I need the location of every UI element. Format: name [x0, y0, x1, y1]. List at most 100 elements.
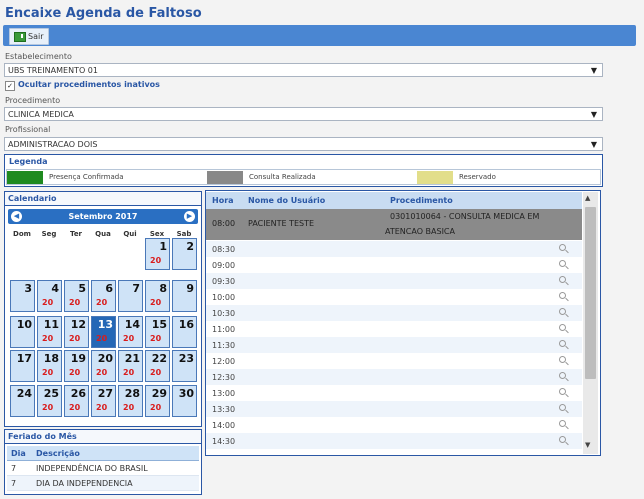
day-number: 15 [151, 318, 167, 331]
sair-label: Sair [28, 32, 44, 41]
search-icon[interactable] [559, 244, 566, 251]
calendar-month: Setembro 2017 [68, 212, 138, 221]
calendar-month-header: ◀ Setembro 2017 ▶ [8, 209, 198, 224]
calendar-day[interactable]: 4 20 [37, 280, 62, 312]
schedule-row[interactable]: 11:00 [206, 321, 582, 337]
calendar-day[interactable]: 27 20 [91, 385, 116, 417]
booked-row[interactable]: 08:00 PACIENTE TESTE 0301010064 - CONSUL… [206, 209, 582, 240]
day-number: 10 [16, 318, 32, 331]
search-icon[interactable] [559, 324, 566, 331]
slot-time: 12:30 [212, 372, 236, 382]
legend-label: Consulta Realizada [249, 173, 316, 181]
search-icon[interactable] [559, 292, 566, 299]
calendar-day[interactable]: 15 20 [145, 316, 170, 348]
calendar-day[interactable]: 12 20 [64, 316, 89, 348]
calendar-day[interactable]: 7 [118, 280, 143, 312]
calendar-day[interactable]: 2 [172, 238, 197, 270]
calendar-day[interactable]: 9 [172, 280, 197, 312]
profissional-select[interactable]: ADMINISTRACAO DOIS ▼ [4, 137, 603, 151]
search-icon[interactable] [559, 388, 566, 395]
schedule-row[interactable]: 10:30 [206, 305, 582, 321]
search-icon[interactable] [559, 372, 566, 379]
search-icon[interactable] [559, 436, 566, 443]
ocultar-checkbox[interactable]: ✓ [5, 81, 15, 91]
schedule-row[interactable]: 11:30 [206, 337, 582, 353]
schedule-row[interactable]: 14:30 [206, 433, 582, 449]
ocultar-label[interactable]: Ocultar procedimentos inativos [18, 80, 160, 89]
calendar-day[interactable]: 3 [10, 280, 35, 312]
calendar-day[interactable]: 21 20 [118, 350, 143, 382]
day-number: 28 [124, 387, 140, 400]
legend-panel: Legenda Presença Confirmada Consulta Rea… [4, 154, 603, 187]
day-vacancy-count: 20 [123, 368, 135, 377]
calendar-day[interactable]: 16 [172, 316, 197, 348]
calendar-day[interactable]: 14 20 [118, 316, 143, 348]
scroll-up-icon[interactable]: ▲ [585, 194, 590, 202]
calendar-day[interactable]: 6 20 [91, 280, 116, 312]
slot-time: 14:30 [212, 436, 236, 446]
calendar-day[interactable]: 13 20 [91, 316, 116, 348]
calendar-day[interactable]: 5 20 [64, 280, 89, 312]
day-number: 22 [151, 352, 167, 365]
search-icon[interactable] [559, 404, 566, 411]
day-number: 19 [70, 352, 86, 365]
schedule-row[interactable]: 09:30 [206, 273, 582, 289]
legend-row: Presença Confirmada Consulta Realizada R… [6, 169, 601, 185]
calendar-day[interactable]: 24 [10, 385, 35, 417]
schedule-row[interactable]: 12:00 [206, 353, 582, 369]
next-month-icon[interactable]: ▶ [184, 211, 195, 222]
search-icon[interactable] [559, 308, 566, 315]
estabelecimento-value: UBS TREINAMENTO 01 [8, 65, 98, 75]
calendar-day[interactable]: 25 20 [37, 385, 62, 417]
calendar-day[interactable]: 20 20 [91, 350, 116, 382]
calendar-day[interactable]: 30 [172, 385, 197, 417]
sair-button[interactable]: Sair [9, 28, 49, 45]
calendar-day[interactable]: 26 20 [64, 385, 89, 417]
day-vacancy-count: 20 [150, 334, 162, 343]
booked-hora: 08:00 [212, 219, 236, 228]
calendar-day[interactable]: 29 20 [145, 385, 170, 417]
schedule-row[interactable]: 13:00 [206, 385, 582, 401]
weekday-label: Qua [95, 230, 111, 238]
day-vacancy-count: 20 [150, 298, 162, 307]
day-vacancy-count: 20 [96, 403, 108, 412]
calendar-day[interactable]: 1 20 [145, 238, 170, 270]
schedule-row[interactable]: 13:30 [206, 401, 582, 417]
calendar-day[interactable]: 22 20 [145, 350, 170, 382]
calendar-day[interactable]: 8 20 [145, 280, 170, 312]
day-number: 12 [70, 318, 86, 331]
schedule-row[interactable]: 14:00 [206, 417, 582, 433]
scroll-down-icon[interactable]: ▼ [585, 441, 590, 449]
legend-item: Consulta Realizada [207, 170, 417, 184]
slot-time: 11:30 [212, 340, 236, 350]
slot-time: 13:00 [212, 388, 236, 398]
calendar-day[interactable]: 10 [10, 316, 35, 348]
schedule-row[interactable]: 08:30 [206, 241, 582, 257]
calendar-title: Calendario [5, 192, 201, 206]
calendar-day[interactable]: 18 20 [37, 350, 62, 382]
day-number: 5 [78, 282, 86, 295]
scrollbar-thumb[interactable] [585, 207, 596, 379]
calendar-day[interactable]: 19 20 [64, 350, 89, 382]
procedimento-select[interactable]: CLINICA MEDICA ▼ [4, 107, 603, 121]
day-vacancy-count: 20 [42, 403, 54, 412]
search-icon[interactable] [559, 340, 566, 347]
calendar-day[interactable]: 11 20 [37, 316, 62, 348]
search-icon[interactable] [559, 260, 566, 267]
day-number: 6 [105, 282, 113, 295]
estabelecimento-select[interactable]: UBS TREINAMENTO 01 ▼ [4, 63, 603, 77]
schedule-row[interactable]: 12:30 [206, 369, 582, 385]
search-icon[interactable] [559, 276, 566, 283]
search-icon[interactable] [559, 420, 566, 427]
col-nome: Nome do Usuário [248, 196, 326, 205]
day-vacancy-count: 20 [96, 368, 108, 377]
calendar-day[interactable]: 28 20 [118, 385, 143, 417]
schedule-row[interactable]: 10:00 [206, 289, 582, 305]
search-icon[interactable] [559, 356, 566, 363]
profissional-value: ADMINISTRACAO DOIS [8, 139, 98, 149]
prev-month-icon[interactable]: ◀ [11, 211, 22, 222]
calendar-day[interactable]: 17 [10, 350, 35, 382]
calendar-day[interactable]: 23 [172, 350, 197, 382]
slot-time: 09:30 [212, 276, 236, 286]
schedule-row[interactable]: 09:00 [206, 257, 582, 273]
